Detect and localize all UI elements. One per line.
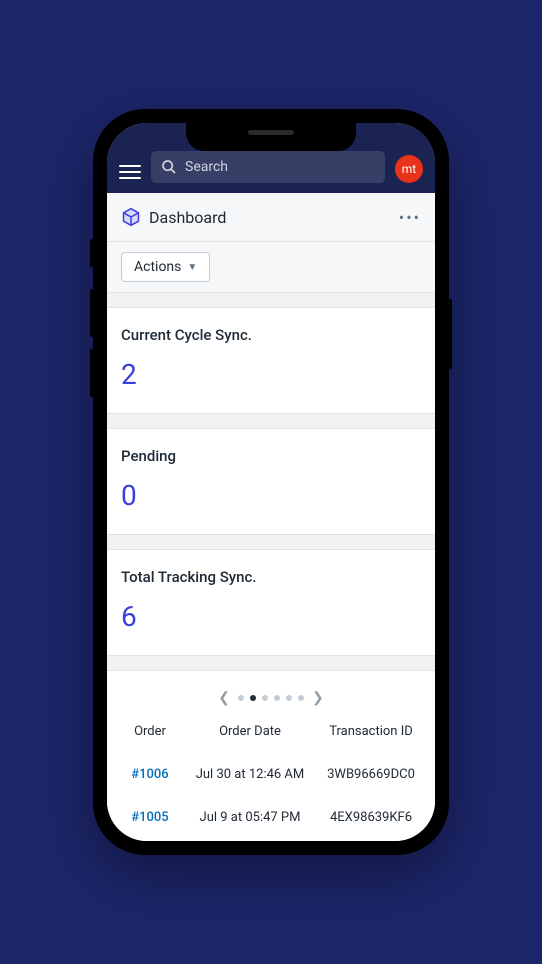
table-header-order: Order xyxy=(121,724,179,739)
order-link[interactable]: #1006 xyxy=(121,767,179,782)
search-input[interactable]: Search xyxy=(151,151,385,183)
search-placeholder: Search xyxy=(185,159,228,175)
order-link[interactable]: #1005 xyxy=(121,810,179,825)
stat-value: 6 xyxy=(121,600,421,633)
stat-label: Pending xyxy=(121,447,421,465)
stat-value: 0 xyxy=(121,479,421,512)
content-area: Dashboard ••• Actions ▼ Current Cycle Sy… xyxy=(107,193,435,841)
pager-dot[interactable] xyxy=(262,695,268,701)
phone-frame: Search mt Dashboard ••• Actions ▼ xyxy=(93,109,449,855)
search-icon xyxy=(161,159,177,175)
pager-dot[interactable] xyxy=(286,695,292,701)
stat-card-total-tracking: Total Tracking Sync. 6 xyxy=(107,549,435,656)
caret-down-icon: ▼ xyxy=(187,262,197,273)
order-txn-id: 4EX98639KF6 xyxy=(321,810,421,825)
order-date: Jul 9 at 05:47 PM xyxy=(185,810,315,825)
screen: Search mt Dashboard ••• Actions ▼ xyxy=(107,123,435,841)
stat-card-pending: Pending 0 xyxy=(107,428,435,535)
actions-button[interactable]: Actions ▼ xyxy=(121,252,210,282)
page-header: Dashboard ••• xyxy=(107,193,435,242)
pager-dot[interactable] xyxy=(250,695,256,701)
avatar[interactable]: mt xyxy=(395,155,423,183)
stat-value: 2 xyxy=(121,358,421,391)
stat-label: Total Tracking Sync. xyxy=(121,568,421,586)
pager-next-icon[interactable]: ❯ xyxy=(310,690,326,706)
table-header-txn: Transaction ID xyxy=(321,724,421,739)
stat-card-current-cycle: Current Cycle Sync. 2 xyxy=(107,307,435,414)
actions-button-label: Actions xyxy=(134,259,181,275)
pager-dot[interactable] xyxy=(238,695,244,701)
order-date: Jul 30 at 12:46 AM xyxy=(185,767,315,782)
hamburger-menu-icon[interactable] xyxy=(119,165,141,183)
page-title: Dashboard xyxy=(149,208,391,227)
stat-label: Current Cycle Sync. xyxy=(121,326,421,344)
stat-cards: Current Cycle Sync. 2 Pending 0 Total Tr… xyxy=(107,307,435,656)
pager-dot[interactable] xyxy=(298,695,304,701)
pager-section: ❮ ❯ Order Order Date Transaction ID xyxy=(107,670,435,841)
notch xyxy=(186,123,356,151)
actions-bar: Actions ▼ xyxy=(107,242,435,293)
table-row: #1006 Jul 30 at 12:46 AM 3WB96669DC0 xyxy=(121,753,421,796)
table-header-date: Order Date xyxy=(185,724,315,739)
orders-table: Order Order Date Transaction ID #1006 Ju… xyxy=(107,706,435,839)
order-txn-id: 3WB96669DC0 xyxy=(321,767,421,782)
pager: ❮ ❯ xyxy=(216,690,325,706)
more-icon[interactable]: ••• xyxy=(399,208,421,227)
app-cube-icon xyxy=(121,207,141,227)
table-header-row: Order Order Date Transaction ID xyxy=(121,706,421,753)
pager-prev-icon[interactable]: ❮ xyxy=(216,690,232,706)
table-row: #1005 Jul 9 at 05:47 PM 4EX98639KF6 xyxy=(121,796,421,839)
pager-dot[interactable] xyxy=(274,695,280,701)
